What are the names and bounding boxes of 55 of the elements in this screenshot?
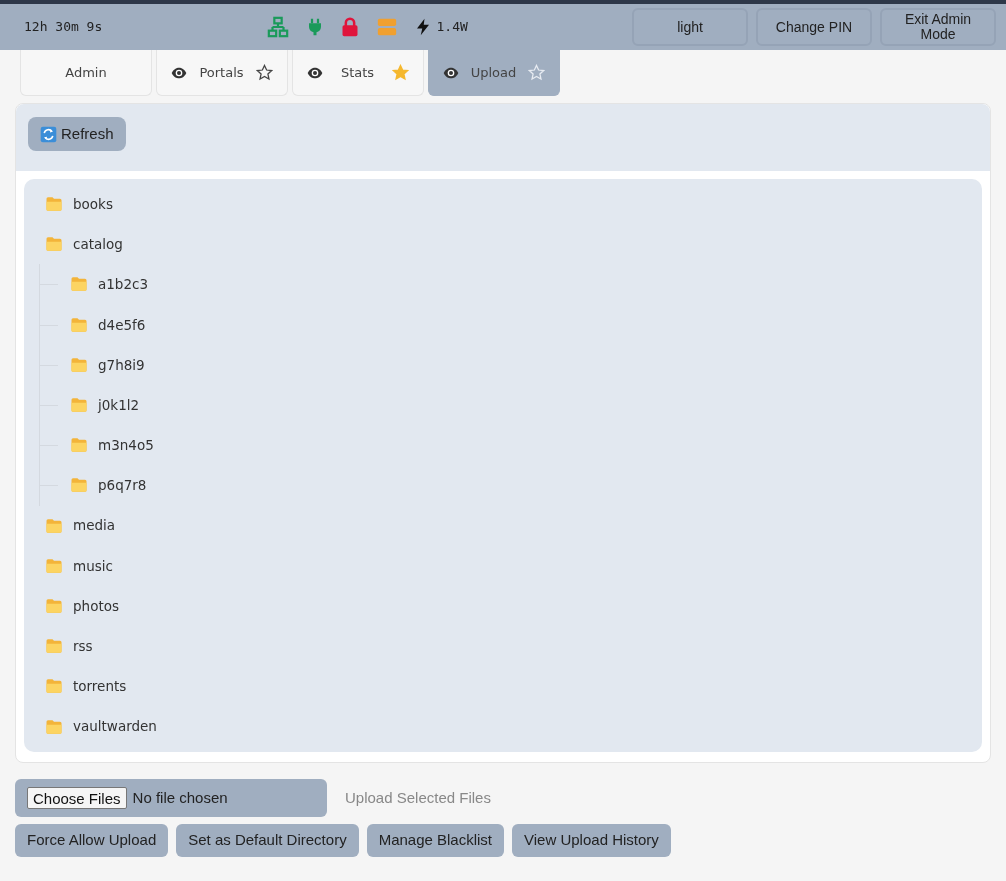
folder-icon: [69, 396, 89, 415]
action-button[interactable]: Manage Blacklist: [366, 824, 505, 857]
tab-label: Portals: [199, 63, 244, 82]
folder-item[interactable]: torrents: [44, 666, 962, 707]
folder-item[interactable]: g7h8i9: [40, 344, 962, 385]
folder-icon: [44, 677, 64, 696]
power-reading: 1.4W: [436, 18, 468, 37]
folder-icon: [44, 195, 64, 214]
star-icon[interactable]: [392, 64, 409, 81]
folder-icon: [69, 355, 89, 374]
folder-item[interactable]: d4e5f6: [40, 304, 962, 345]
server-icon: [376, 16, 399, 38]
network-icon: [266, 16, 291, 38]
folder-item[interactable]: m3n4o5: [40, 425, 962, 466]
folder-icon: [44, 637, 64, 656]
folder-item[interactable]: photos: [44, 585, 962, 627]
folder-item[interactable]: p6q7r8: [40, 465, 962, 506]
refresh-icon: [40, 125, 57, 143]
tab[interactable]: Stats: [292, 50, 424, 96]
tab-label: Stats: [340, 63, 375, 82]
folder-icon: [44, 516, 64, 535]
folder-icon: [44, 596, 64, 615]
action-button[interactable]: Set as Default Directory: [176, 824, 359, 857]
exit-admin-button[interactable]: Exit Admin Mode: [880, 8, 996, 46]
tab[interactable]: Portals: [156, 50, 288, 96]
folder-item[interactable]: rss: [44, 626, 962, 667]
folder-icon: [44, 556, 64, 575]
folder-icon: [44, 717, 64, 736]
action-button[interactable]: Force Allow Upload: [15, 824, 169, 857]
tab[interactable]: Admin: [20, 50, 152, 96]
folder-item[interactable]: media: [44, 505, 962, 546]
star-icon[interactable]: [256, 64, 273, 81]
change-pin-button[interactable]: Change PIN: [756, 8, 872, 46]
folder-icon: [69, 436, 89, 455]
lock-icon: [340, 16, 361, 38]
folder-item[interactable]: catalog: [44, 224, 962, 265]
file-input-field[interactable]: Choose Files No file chosen: [15, 779, 327, 817]
theme-button[interactable]: light: [632, 8, 748, 46]
refresh-button[interactable]: Refresh: [28, 117, 126, 151]
action-button[interactable]: View Upload History: [512, 824, 671, 857]
tab-label: Admin: [65, 63, 107, 82]
folder-item[interactable]: a1b2c3: [40, 264, 962, 305]
file-status-text: No file chosen: [132, 787, 228, 808]
tab[interactable]: Upload: [428, 50, 560, 96]
folder-icon: [44, 235, 64, 254]
folder-item[interactable]: music: [44, 545, 962, 586]
choose-files-button[interactable]: Choose Files: [27, 787, 127, 809]
folder-item[interactable]: books: [44, 184, 962, 225]
folder-item[interactable]: j0k1l2: [40, 384, 962, 426]
folder-icon: [69, 275, 89, 294]
folder-icon: [69, 315, 89, 334]
tab-label: Upload: [470, 63, 517, 82]
folder-item[interactable]: vaultwarden: [44, 706, 962, 747]
folder-icon: [69, 476, 89, 495]
uptime-text: 12h 30m 9s: [24, 18, 103, 37]
